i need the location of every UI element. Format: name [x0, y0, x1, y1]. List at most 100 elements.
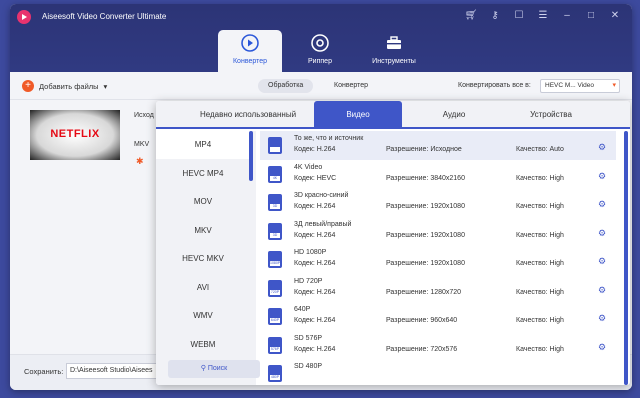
preset-name: То же, что и источник — [294, 135, 364, 142]
menu-icon[interactable]: ☰ — [536, 10, 550, 22]
gear-icon[interactable]: ⚙ — [598, 199, 606, 210]
tab-audio[interactable]: Аудио — [414, 101, 494, 129]
sidebar-scrollbar[interactable] — [249, 131, 253, 181]
save-label: Сохранить: — [24, 367, 64, 376]
close-icon[interactable]: ✕ — [608, 10, 622, 22]
gear-icon[interactable]: ⚙ — [598, 256, 606, 267]
gear-icon[interactable]: ⚙ — [598, 313, 606, 324]
preset-codec: Кодек: H.264 — [294, 231, 336, 239]
tab-converter-sub[interactable]: Конвертер — [324, 79, 378, 93]
add-files-label: Добавить файлы — [39, 81, 99, 91]
preset-resolution: Разрешение: 960x640 — [386, 317, 458, 324]
app-window: Aiseesoft Video Converter Ultimate 🛒︎ ⚷ … — [10, 4, 632, 390]
preset-codec: Кодек: HEVC — [294, 174, 337, 182]
preset-item[interactable]: 576P SD 576P Кодек: H.264 Разрешение: 72… — [260, 331, 616, 360]
format-avi[interactable]: AVI — [156, 274, 250, 302]
save-path-field[interactable]: D:\Aiseesoft Studio\Aisees — [66, 363, 166, 379]
format-webm[interactable]: WEBM — [156, 331, 250, 359]
tab-devices[interactable]: Устройства — [506, 101, 596, 129]
file-icon: 3D — [268, 194, 282, 211]
preset-name: SD 480P — [294, 363, 323, 370]
preset-codec: Кодек: H.264 — [294, 260, 336, 267]
preset-codec: Кодек: H.264 — [294, 288, 336, 296]
preset-item[interactable]: 3D 3Д левый/правый Кодек: H.264 Разрешен… — [260, 217, 616, 246]
format-hevc-mp4[interactable]: HEVC MP4 — [156, 160, 250, 188]
preset-quality: Качество: Auto — [516, 146, 564, 153]
format-dropdown: Недавно использованный Видео Аудио Устро… — [156, 101, 630, 385]
file-icon: 576P — [268, 336, 282, 354]
gear-icon[interactable]: ⚙ — [598, 342, 606, 353]
preset-resolution: Разрешение: 1280x720 — [386, 288, 462, 296]
tab-ripper[interactable]: Риппер — [288, 30, 352, 72]
convert-all-label: Конвертировать все в: — [458, 82, 531, 89]
toolbox-icon — [387, 36, 401, 49]
tab-converter[interactable]: Конвертер — [218, 30, 282, 72]
maximize-icon[interactable]: □ — [584, 10, 598, 22]
preset-item[interactable]: 3D 3D красно-синий Кодек: H.264 Разрешен… — [260, 188, 616, 217]
tab-processing[interactable]: Обработка — [258, 79, 314, 93]
preset-name: HD 720P — [294, 277, 323, 285]
star-icon[interactable]: ✱ — [136, 156, 144, 167]
file-icon: 640P — [268, 308, 282, 325]
preset-item[interactable]: 640P 640P Кодек: H.264 Разрешение: 960x6… — [260, 302, 616, 331]
preset-quality: Качество: High — [516, 260, 564, 267]
tab-tools[interactable]: Инструменты — [362, 30, 426, 72]
preset-name: SD 576P — [294, 334, 323, 342]
preset-quality: Качество: High — [516, 174, 564, 182]
minimize-icon[interactable]: – — [560, 10, 574, 22]
window-controls: 🛒︎ ⚷ ☐ ☰ – □ ✕ — [464, 10, 622, 22]
cart-icon[interactable]: 🛒︎ — [464, 10, 478, 22]
chat-icon[interactable]: ☐ — [512, 10, 526, 22]
file-icon — [268, 137, 282, 154]
source-label: Исход — [134, 112, 154, 119]
preset-resolution: Разрешение: 1920x1080 — [386, 260, 465, 267]
tab-recent[interactable]: Недавно использованный — [186, 101, 310, 129]
file-icon: 480P — [268, 365, 282, 382]
key-icon[interactable]: ⚷ — [488, 10, 502, 22]
preset-codec: Кодек: H.264 — [294, 345, 336, 353]
preset-quality: Качество: High — [516, 317, 564, 324]
gear-icon[interactable]: ⚙ — [598, 171, 606, 182]
preset-item[interactable]: 480P SD 480P — [260, 359, 616, 385]
preset-resolution: Разрешение: 1920x1080 — [386, 203, 465, 210]
app-title: Aiseesoft Video Converter Ultimate — [42, 12, 167, 21]
preset-codec: Кодек: H.264 — [294, 203, 336, 210]
tab-converter-label: Конвертер — [232, 58, 268, 65]
add-files-button[interactable]: + Добавить файлы ▾ — [22, 80, 107, 92]
format-mov[interactable]: MOV — [156, 188, 250, 216]
format-sidebar: MP4 HEVC MP4 MOV MKV HEVC MKV AVI WMV WE… — [156, 131, 256, 385]
gear-icon[interactable]: ⚙ — [598, 285, 606, 296]
preset-name: HD 1080P — [294, 249, 327, 256]
preset-item[interactable]: То же, что и источник Кодек: H.264 Разре… — [260, 131, 616, 160]
tab-video[interactable]: Видео — [314, 101, 402, 129]
preset-list: То же, что и источник Кодек: H.264 Разре… — [260, 131, 624, 385]
video-thumbnail[interactable]: NETFLIX — [30, 110, 120, 160]
app-logo-icon — [17, 10, 31, 24]
chevron-down-icon: ▾ — [612, 82, 616, 89]
gear-icon[interactable]: ⚙ — [598, 142, 606, 153]
plus-icon: + — [22, 80, 34, 92]
search-button[interactable]: ⚲ Поиск — [168, 360, 260, 378]
preset-item[interactable]: 1080P HD 1080P Кодек: H.264 Разрешение: … — [260, 245, 616, 274]
preset-item[interactable]: 720P HD 720P Кодек: H.264 Разрешение: 12… — [260, 274, 616, 303]
search-label: Поиск — [207, 365, 228, 372]
convert-all-select[interactable]: HEVC M... Video ▾ — [540, 79, 620, 93]
chevron-down-icon: ▾ — [103, 81, 108, 91]
search-icon: ⚲ — [200, 365, 206, 372]
toolbar: + Добавить файлы ▾ Обработка Конвертер К… — [10, 72, 632, 100]
file-icon: 4K — [268, 165, 282, 183]
preset-item[interactable]: 4K 4K Video Кодек: HEVC Разрешение: 3840… — [260, 160, 616, 189]
format-mkv[interactable]: MKV — [156, 217, 250, 245]
preset-name: 640P — [294, 306, 311, 313]
preset-quality: Качество: High — [516, 288, 564, 296]
preset-resolution: Разрешение: Исходное — [386, 146, 462, 153]
preset-list-scrollbar[interactable] — [624, 131, 628, 385]
file-icon: 1080P — [268, 251, 282, 268]
converter-icon — [241, 34, 259, 52]
gear-icon[interactable]: ⚙ — [598, 228, 606, 239]
format-hevc-mkv[interactable]: HEVC MKV — [156, 245, 250, 273]
format-mp4[interactable]: MP4 — [156, 131, 250, 159]
preset-quality: Качество: High — [516, 345, 564, 353]
format-label: MKV — [134, 141, 150, 148]
format-wmv[interactable]: WMV — [156, 302, 250, 330]
